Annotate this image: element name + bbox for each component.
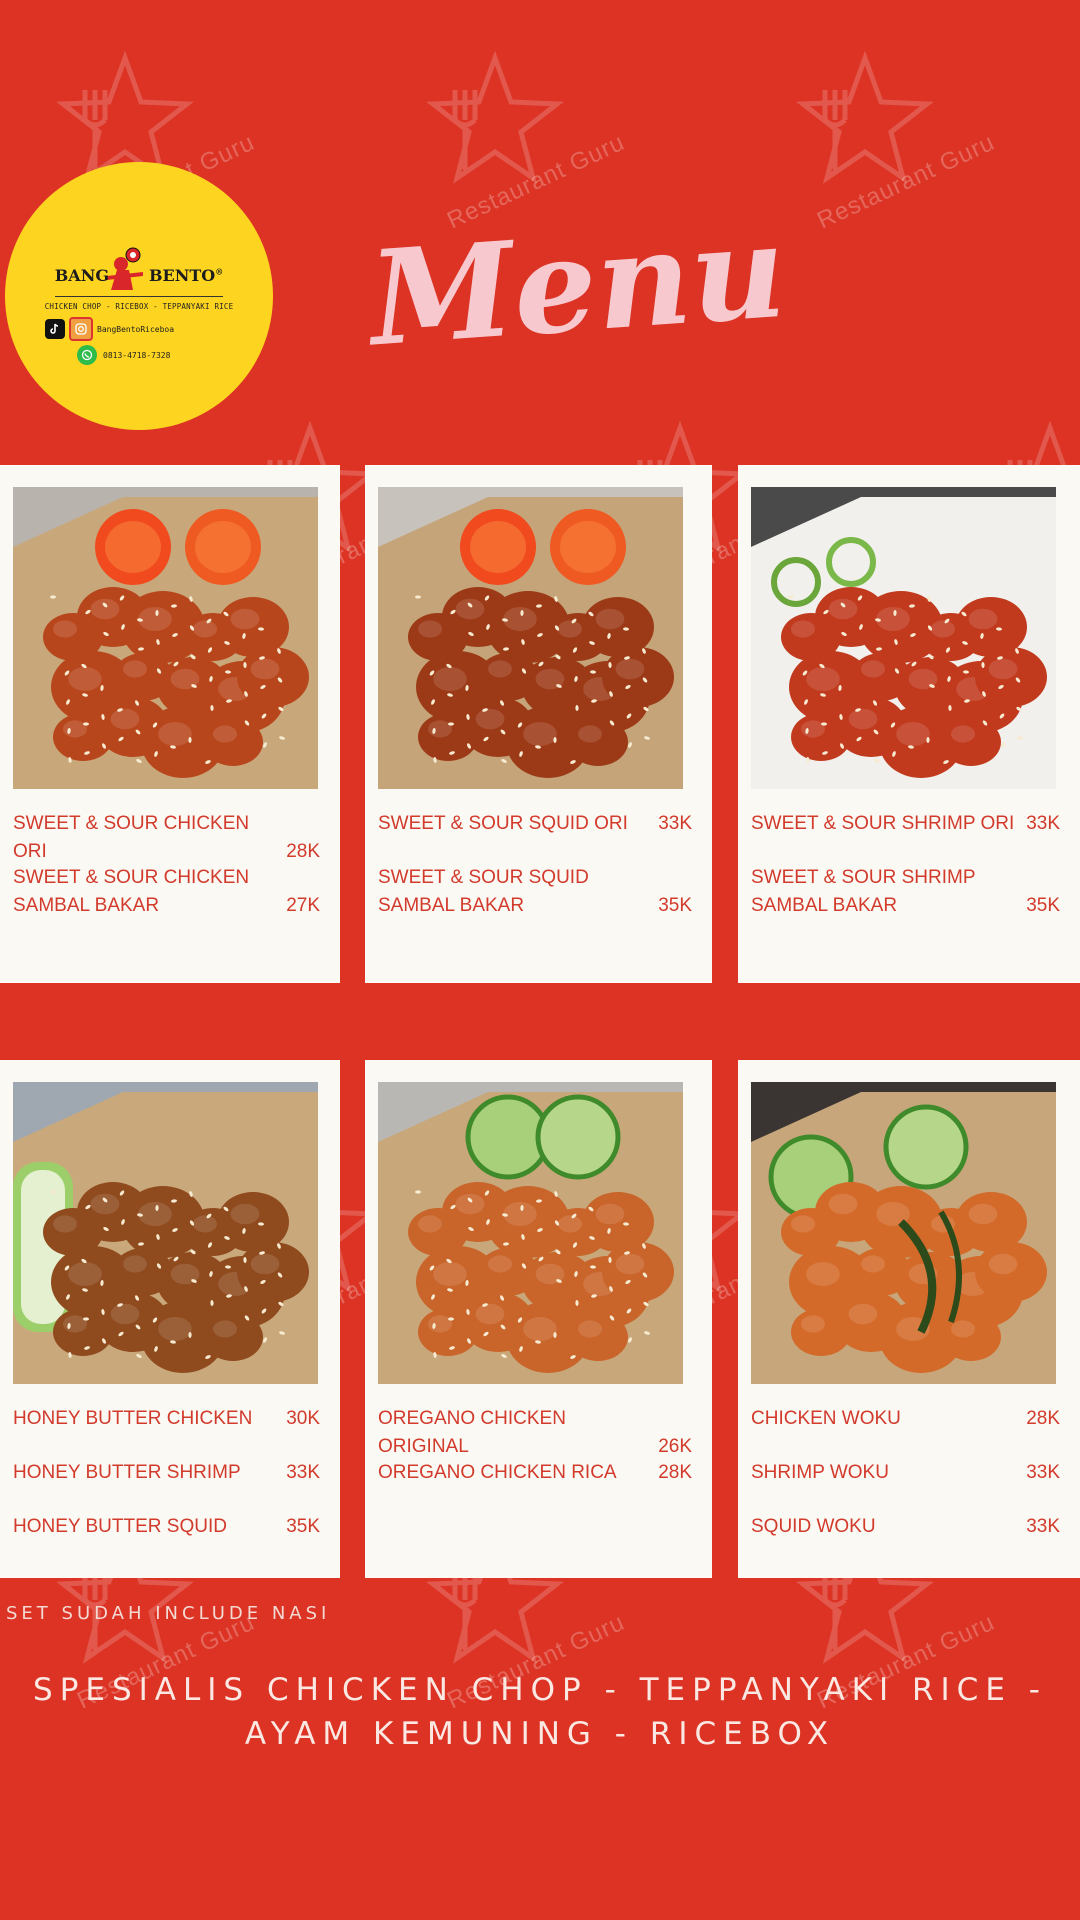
menu-item-name: OREGANO CHICKEN RICA	[378, 1459, 617, 1487]
menu-item-name-line: HONEY BUTTER CHICKEN	[13, 1408, 253, 1429]
logo-divider	[55, 296, 223, 297]
menu-item-price: 33K	[1026, 1516, 1060, 1537]
svg-text:Menu: Menu	[370, 210, 790, 376]
menu-item-name-line: HONEY BUTTER SHRIMP	[13, 1462, 241, 1483]
specialty-line-1: SPESIALIS CHICKEN CHOP - TEPPANYAKI RICE…	[33, 1672, 1047, 1708]
menu-item-price: 35K	[1026, 895, 1060, 916]
menu-item: SWEET & SOUR CHICKEN SAMBAL BAKAR 27K	[13, 864, 320, 920]
menu-item-name: HONEY BUTTER SHRIMP	[13, 1459, 241, 1487]
menu-item-price: 27K	[286, 895, 320, 916]
menu-item-name: SWEET & SOUR CHICKEN ORI	[13, 810, 286, 866]
menu-item-price: 33K	[1026, 813, 1060, 834]
menu-item-price: 33K	[1026, 1462, 1060, 1483]
menu-card: CHICKEN WOKU 28K SHRIMP WOKU 33K SQUID WOKU 3…	[738, 1060, 1080, 1578]
menu-item: SHRIMP WOKU 33K	[751, 1459, 1060, 1487]
menu-item-name: SWEET & SOUR SHRIMP SAMBAL BAKAR	[751, 864, 976, 920]
specialty-banner: SPESIALIS CHICKEN CHOP - TEPPANYAKI RICE…	[0, 1668, 1080, 1756]
menu-item-name: SWEET & SOUR SQUID SAMBAL BAKAR	[378, 864, 589, 920]
menu-item: SWEET & SOUR SQUID SAMBAL BAKAR 35K	[378, 864, 692, 920]
menu-item-name-line: CHICKEN WOKU	[751, 1408, 901, 1429]
menu-item-name: HONEY BUTTER SQUID	[13, 1513, 227, 1541]
menu-item-name-line: SWEET & SOUR CHICKEN ORI	[13, 813, 250, 862]
menu-item-name: SWEET & SOUR CHICKEN SAMBAL BAKAR	[13, 864, 249, 920]
specialty-line-2: AYAM KEMUNING - RICEBOX	[244, 1716, 836, 1752]
brand-tagline: CHICKEN CHOP - RICEBOX - TEPPANYAKI RICE	[44, 302, 234, 311]
menu-item: SWEET & SOUR SQUID ORI 33K	[378, 810, 692, 838]
menu-item-name-line: SWEET & SOUR SHRIMP ORI	[751, 813, 1015, 834]
rice-included-note: SET SUDAH INCLUDE NASI	[6, 1603, 331, 1624]
menu-item-name: OREGANO CHICKEN ORIGINAL	[378, 1405, 658, 1461]
menu-item: CHICKEN WOKU 28K	[751, 1405, 1060, 1433]
menu-item: SWEET & SOUR CHICKEN ORI 28K	[13, 810, 320, 866]
menu-item-name: HONEY BUTTER CHICKEN	[13, 1405, 252, 1433]
menu-item-name-line: SAMBAL BAKAR	[378, 895, 525, 916]
menu-item: SWEET & SOUR SHRIMP ORI 33K	[751, 810, 1060, 838]
menu-page: Restaurant Guru Restaurant Guru Restaurant…	[0, 0, 1080, 1920]
tiktok-icon[interactable]	[45, 319, 65, 339]
menu-item: HONEY BUTTER SHRIMP 33K	[13, 1459, 320, 1487]
menu-item-price: 26K	[658, 1436, 692, 1457]
menu-item: OREGANO CHICKEN RICA 28K	[378, 1459, 692, 1487]
menu-item-name-line: SWEET & SOUR CHICKEN	[13, 867, 250, 888]
dish-photo	[378, 1082, 683, 1384]
menu-item-name-line: SWEET & SOUR SQUID	[378, 867, 589, 888]
menu-item-name-line: SWEET & SOUR SQUID ORI	[378, 813, 628, 834]
menu-card: SWEET & SOUR CHICKEN ORI 28K SWEET & SOUR …	[0, 465, 340, 983]
menu-item-price: 30K	[286, 1408, 320, 1429]
phone-number: 0813-4718-7328	[103, 350, 171, 360]
menu-item-price: 28K	[1026, 1408, 1060, 1429]
menu-item-name-line: SHRIMP WOKU	[751, 1462, 889, 1483]
brand-logo: BANG BENTO® CHICKEN CHOP - RICEBOX - TEPP…	[5, 162, 273, 430]
menu-item-name: SWEET & SOUR SQUID ORI	[378, 810, 628, 838]
menu-card: SWEET & SOUR SQUID ORI 33K SWEET & SOUR SQ…	[365, 465, 712, 983]
menu-card: SWEET & SOUR SHRIMP ORI 33K SWEET & SOUR S…	[738, 465, 1080, 983]
menu-item-name-line: OREGANO CHICKEN ORIGINAL	[378, 1408, 566, 1457]
menu-card: HONEY BUTTER CHICKEN 30K HONEY BUTTER SHRI…	[0, 1060, 340, 1578]
dish-photo	[13, 1082, 318, 1384]
menu-item-name-line: OREGANO CHICKEN RICA	[378, 1462, 617, 1483]
dish-photo	[13, 487, 318, 789]
menu-item-price: 35K	[286, 1516, 320, 1537]
menu-item-name-line: SAMBAL BAKAR	[13, 895, 160, 916]
menu-item-price: 33K	[286, 1462, 320, 1483]
instagram-icon[interactable]	[69, 317, 93, 341]
menu-item: HONEY BUTTER SQUID 35K	[13, 1513, 320, 1541]
menu-title: Menu	[370, 210, 790, 376]
menu-item-name: SHRIMP WOKU	[751, 1459, 889, 1487]
menu-item-price: 28K	[286, 841, 320, 862]
dish-photo	[751, 1082, 1056, 1384]
menu-item: OREGANO CHICKEN ORIGINAL 26K	[378, 1405, 692, 1461]
menu-item-name-line: SQUID WOKU	[751, 1516, 876, 1537]
menu-item-name-line: SAMBAL BAKAR	[751, 895, 898, 916]
menu-item: HONEY BUTTER CHICKEN 30K	[13, 1405, 320, 1433]
menu-item-name: CHICKEN WOKU	[751, 1405, 901, 1433]
menu-item: SQUID WOKU 33K	[751, 1513, 1060, 1541]
menu-item-price: 33K	[658, 813, 692, 834]
brand-name: BANG BENTO®	[54, 266, 224, 285]
whatsapp-icon[interactable]	[77, 345, 97, 365]
menu-item-name-line: SWEET & SOUR SHRIMP	[751, 867, 976, 888]
menu-item: SWEET & SOUR SHRIMP SAMBAL BAKAR 35K	[751, 864, 1060, 920]
dish-photo	[378, 487, 683, 789]
phone-row: 0813-4718-7328	[77, 345, 170, 365]
menu-card: OREGANO CHICKEN ORIGINAL 26K OREGANO CHICK…	[365, 1060, 712, 1578]
menu-item-name-line: HONEY BUTTER SQUID	[13, 1516, 227, 1537]
social-row: BangBentoRiceboa	[45, 317, 174, 341]
menu-item-price: 35K	[658, 895, 692, 916]
social-handle: BangBentoRiceboa	[97, 324, 175, 334]
dish-photo	[751, 487, 1056, 789]
menu-item-name: SQUID WOKU	[751, 1513, 876, 1541]
menu-item-price: 28K	[658, 1462, 692, 1483]
menu-item-name: SWEET & SOUR SHRIMP ORI	[751, 810, 1014, 838]
